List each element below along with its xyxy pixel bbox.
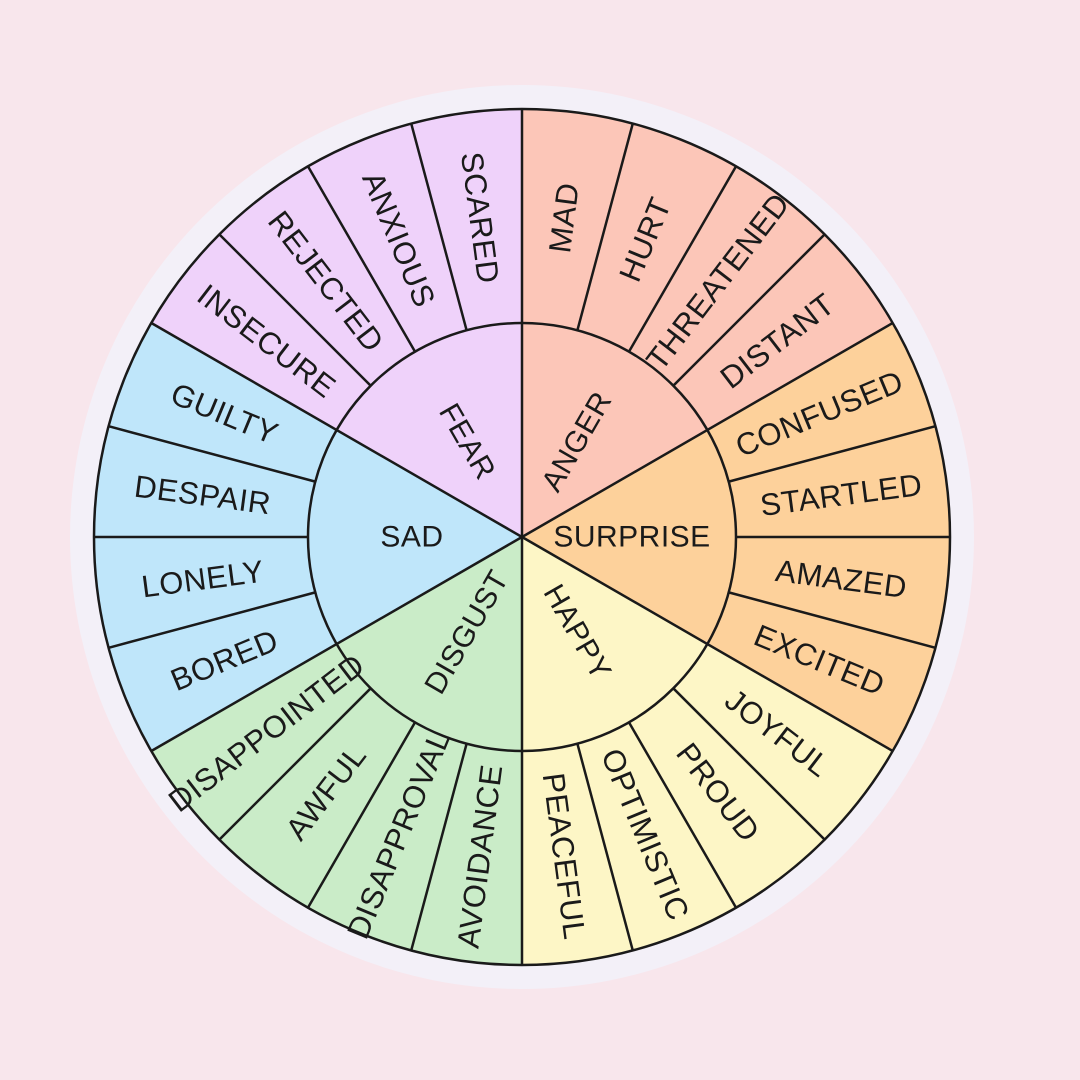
core-label-surprise: SURPRISE bbox=[553, 521, 710, 554]
core-label-sad: SAD bbox=[380, 521, 443, 554]
feelings-wheel: FEAR INSECURE REJECTED ANXIOUS SCARED ANGER MA… bbox=[0, 0, 1080, 1080]
divider-lines bbox=[92, 107, 952, 967]
feelings-wheel-svg: FEARINSECUREREJECTEDANXIOUS SCAREDANGERMA… bbox=[70, 85, 974, 989]
